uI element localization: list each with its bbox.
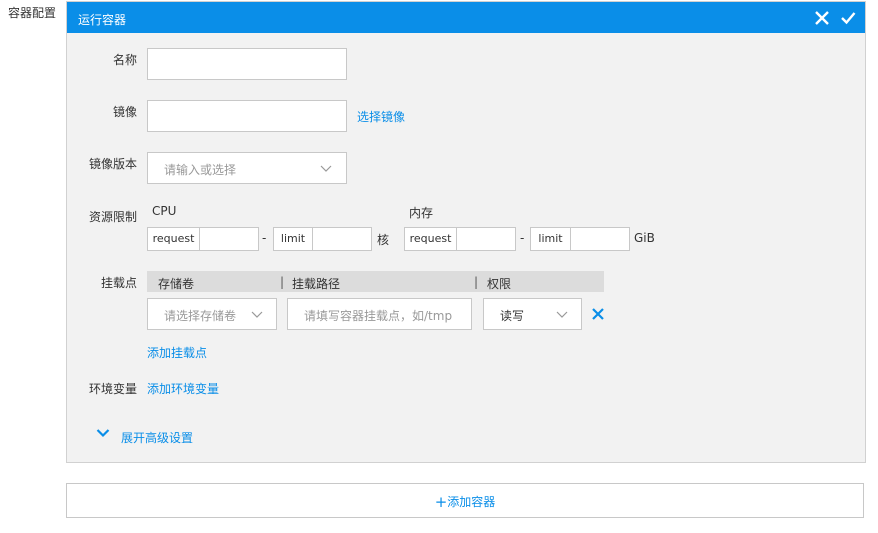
cpu-label: CPU <box>152 204 177 218</box>
add-mount-link[interactable]: 添加挂载点 <box>147 344 207 361</box>
memory-limit-label: limit <box>530 227 571 251</box>
cpu-request-input[interactable] <box>199 227 259 251</box>
cpu-dash: - <box>262 231 267 245</box>
cpu-unit: 核 <box>377 233 390 247</box>
name-label: 名称 <box>112 53 137 67</box>
cpu-limit-label: limit <box>273 227 313 251</box>
env-label: 环境变量 <box>88 382 137 396</box>
mount-table-header: 存储卷 | 挂载路径 | 权限 <box>147 271 604 292</box>
column-volume: 存储卷 <box>158 277 195 291</box>
chevron-down-icon <box>556 311 568 318</box>
plus-icon: + <box>434 493 448 511</box>
add-container-button[interactable]: +添加容器 <box>66 483 864 518</box>
add-container-label: 添加容器 <box>447 495 496 509</box>
image-version-placeholder: 请输入或选择 <box>164 163 237 177</box>
chevron-down-icon <box>320 165 332 172</box>
permission-select[interactable]: 读写 <box>483 298 582 330</box>
mount-path-input[interactable]: 请填写容器挂载点，如/tmp <box>287 298 472 330</box>
advanced-settings-link[interactable]: 展开高级设置 <box>121 429 193 446</box>
cpu-request-label: request <box>147 227 200 251</box>
image-version-label: 镜像版本 <box>88 157 137 171</box>
image-label: 镜像 <box>112 105 137 119</box>
memory-label: 内存 <box>409 206 434 220</box>
section-label: 容器配置 <box>8 6 57 20</box>
select-image-link[interactable]: 选择镜像 <box>357 108 405 125</box>
panel-header: 运行容器 <box>67 2 865 33</box>
expand-chevron-icon[interactable] <box>96 427 110 438</box>
memory-request-label: request <box>404 227 457 251</box>
resource-limit-label: 资源限制 <box>88 210 137 224</box>
panel-title: 运行容器 <box>78 13 127 27</box>
close-icon[interactable] <box>814 10 830 26</box>
column-mount-path: 挂载路径 <box>292 277 341 291</box>
image-input[interactable] <box>147 100 347 132</box>
memory-unit: GiB <box>634 231 655 245</box>
confirm-check-icon[interactable] <box>840 10 856 26</box>
name-input[interactable] <box>147 48 347 80</box>
cpu-limit-input[interactable] <box>312 227 372 251</box>
image-version-select[interactable]: 请输入或选择 <box>147 152 347 184</box>
remove-mount-icon[interactable] <box>591 307 605 321</box>
mount-path-placeholder: 请填写容器挂载点，如/tmp <box>304 309 453 323</box>
add-env-link[interactable]: 添加环境变量 <box>147 380 219 397</box>
column-divider: | <box>280 275 285 289</box>
column-divider: | <box>474 275 479 289</box>
memory-dash: - <box>520 231 525 245</box>
volume-select[interactable]: 请选择存储卷 <box>147 298 277 330</box>
column-permission: 权限 <box>487 277 512 291</box>
mount-label: 挂载点 <box>100 276 137 290</box>
memory-limit-input[interactable] <box>570 227 630 251</box>
permission-value: 读写 <box>500 309 525 323</box>
chevron-down-icon <box>251 311 263 318</box>
volume-placeholder: 请选择存储卷 <box>164 309 237 323</box>
memory-request-input[interactable] <box>456 227 516 251</box>
